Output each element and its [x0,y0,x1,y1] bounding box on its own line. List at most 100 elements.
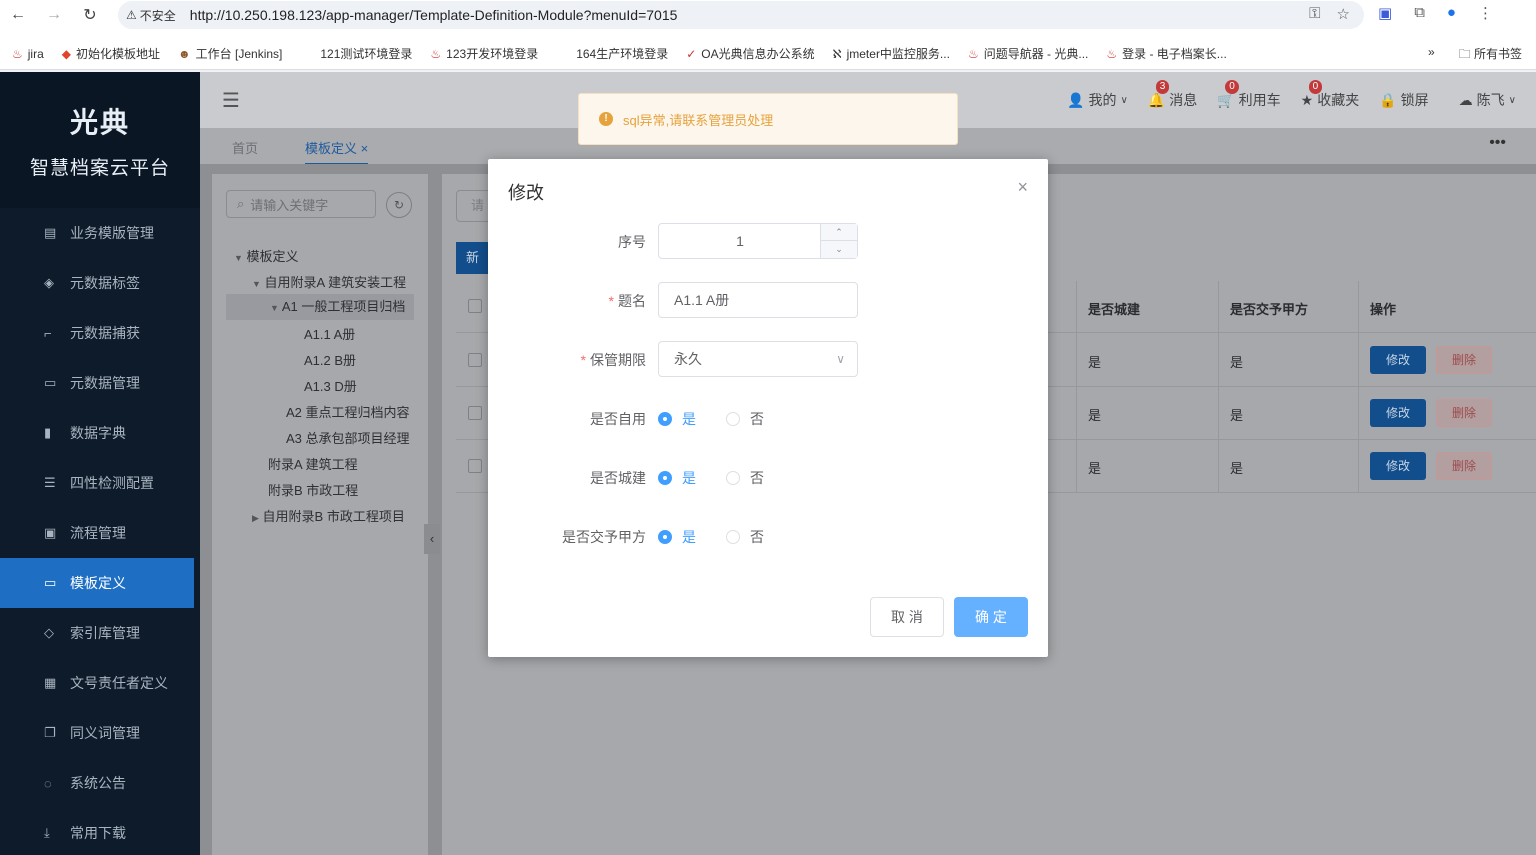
edit-button[interactable]: 修改 [1370,452,1426,480]
delete-button[interactable]: 删除 [1436,399,1492,427]
row-checkbox[interactable] [468,459,482,473]
retention-select[interactable]: 永久 ∨ [658,341,858,377]
user-menu[interactable]: ☁ 陈飞 ∨ [1459,90,1516,110]
decrement-icon[interactable]: ⌄ [821,241,857,258]
bookmark-item[interactable]: ♨ 问题导航器 - 光典... [968,45,1088,62]
chevron-down-icon: ∨ [836,352,845,366]
title-input[interactable]: A1.1 A册 [658,282,858,318]
bookmark-item[interactable]: ♨ 登录 - 电子档案长... [1106,45,1226,62]
extension-icon[interactable]: ▣ [1378,4,1392,22]
sidebar-item-metadata-manage[interactable]: ▭ 元数据管理 [0,358,200,408]
sidebar-item-workflow[interactable]: ▣ 流程管理 [0,508,200,558]
tree-node[interactable]: A3 总承包部项目经理 [286,428,410,447]
tree-node[interactable]: A2 重点工程归档内容 [286,402,410,421]
tree-node[interactable]: ▶ 自用附录B 市政工程项目 [252,506,405,525]
sidebar-item-announcement[interactable]: ◌ 系统公告 [0,758,200,808]
row-checkbox[interactable] [468,353,482,367]
more-bookmarks-button[interactable]: » [1428,45,1435,66]
table-search-input[interactable]: 请 [456,190,492,222]
sidebar-item-business-template[interactable]: ▤ 业务模版管理 [0,208,200,258]
insecure-indicator[interactable]: ⚠ 不安全 [126,7,176,24]
party-yes-radio[interactable]: 是 [658,527,696,547]
bookmark-item[interactable]: ♨ 123开发环境登录 [430,45,538,62]
tree-node[interactable]: A1.2 B册 [304,350,356,369]
close-icon[interactable]: × [1017,177,1028,198]
city-no-radio[interactable]: 否 [726,468,764,488]
sidebar-item-metadata-tag[interactable]: ◈ 元数据标签 [0,258,200,308]
tree-node[interactable]: 附录B 市政工程 [268,480,358,499]
sidebar-item-four-check[interactable]: ☰ 四性检测配置 [0,458,200,508]
address-bar[interactable]: ⚠ 不安全 http://10.250.198.123/app-manager/… [118,1,1364,29]
tree-node[interactable]: 附录A 建筑工程 [268,454,358,473]
back-icon[interactable]: ← [0,6,36,24]
edit-dialog: 修改 × 序号 1 ⌃ ⌄ * 题名 A1.1 A册 * 保管期限 永久 ∨ 是否自… [488,159,1048,657]
bookmark-item[interactable]: ℵ jmeter中监控服务... [833,45,950,62]
favorites-badge: 0 [1308,80,1323,94]
jmeter-icon: ℵ [832,46,842,61]
select-all-checkbox[interactable] [468,299,482,313]
confirm-button[interactable]: 确 定 [954,597,1028,637]
sidebar-item-data-dictionary[interactable]: ▮ 数据字典 [0,408,200,458]
tree-panel: ⌕ 请输入关键字 ↻ ▼ 模板定义 ▼ 自用附录A 建筑安装工程 ▼ A1 一般工… [212,174,440,855]
sidebar-item-synonym[interactable]: ❐ 同义词管理 [0,708,200,758]
new-button[interactable]: 新 [456,242,492,274]
cart-icon: 🛒 [1217,91,1235,108]
favorites-button[interactable]: ★ 0 收藏夹 [1301,80,1359,110]
delete-button[interactable]: 删除 [1436,346,1492,374]
tree-node[interactable]: ▼ 模板定义 [234,246,299,265]
city-yes-radio[interactable]: 是 [658,468,696,488]
seq-input[interactable]: 1 [659,224,821,258]
sidebar-item-metadata-capture[interactable]: ⌐ 元数据捕获 [0,308,200,358]
self-use-no-radio[interactable]: 否 [726,409,764,429]
star-icon[interactable]: ☆ [1337,5,1350,23]
row-checkbox[interactable] [468,406,482,420]
refresh-icon[interactable]: ↻ [386,192,412,218]
reload-icon[interactable]: ↻ [72,5,108,25]
sidebar-item-doc-number[interactable]: ▦ 文号责任者定义 [0,658,200,708]
edit-button[interactable]: 修改 [1370,346,1426,374]
bookmark-item[interactable]: ♨ jira [12,47,44,61]
tree-node[interactable]: A1.3 D册 [304,376,357,395]
sidebar-item-template-definition[interactable]: ▭ 模板定义 [0,558,194,608]
tree-node-selected[interactable]: ▼ A1 一般工程项目归档 [226,294,414,320]
party-no-radio[interactable]: 否 [726,527,764,547]
sidebar-item-index-library[interactable]: ◇ 索引库管理 [0,608,200,658]
puzzle-icon[interactable]: ⧉ [1414,4,1425,22]
close-icon[interactable]: × [361,141,369,156]
messages-button[interactable]: 🔔 3 消息 [1148,80,1197,110]
increment-icon[interactable]: ⌃ [821,224,857,241]
delete-button[interactable]: 删除 [1436,452,1492,480]
tree-search-input[interactable]: ⌕ 请输入关键字 [226,190,376,218]
url-text[interactable]: http://10.250.198.123/app-manager/Templa… [190,7,678,23]
bookmark-item[interactable]: ☻ 工作台 [Jenkins] [178,45,282,62]
cart-button[interactable]: 🛒 0 利用车 [1217,80,1281,110]
cancel-button[interactable]: 取 消 [870,597,944,637]
all-bookmarks-button[interactable]: 🗀 所有书签 [1459,45,1522,66]
mine-menu[interactable]: 👤 我的 ∨ [1067,90,1128,110]
bookmark-item[interactable]: 164生产环境登录 [576,45,668,62]
messages-badge: 3 [1155,80,1170,94]
edit-button[interactable]: 修改 [1370,399,1426,427]
bookmark-item[interactable]: ✓ OA光典信息办公系统 [686,45,814,62]
list-icon: ▤ [44,225,57,240]
forward-icon[interactable]: → [36,6,72,24]
tabs-more-icon[interactable]: ••• [1489,134,1506,152]
self-use-label: 是否自用 [590,411,646,427]
bookmark-item[interactable]: ◆ 初始化模板地址 [62,45,160,62]
self-use-yes-radio[interactable]: 是 [658,409,696,429]
key-icon[interactable]: ⚿ [1309,5,1320,23]
tree-node[interactable]: A1.1 A册 [304,324,355,343]
hamburger-icon[interactable]: ☰ [222,88,240,113]
collapse-tree-icon[interactable]: ‹ [424,524,440,554]
sidebar-item-downloads[interactable]: ⤓ 常用下载 [0,808,200,855]
tab-template-definition[interactable]: 模板定义 × [305,138,369,165]
bookmark-item[interactable]: 121测试环境登录 [320,45,412,62]
seq-stepper[interactable]: 1 ⌃ ⌄ [658,223,858,259]
lock-button[interactable]: 🔒 锁屏 [1379,90,1428,110]
tab-home[interactable]: 首页 [232,138,258,157]
kebab-menu-icon[interactable]: ⋮ [1478,4,1493,22]
radio-checked-icon [658,412,672,426]
city-label: 是否城建 [590,470,646,486]
tree-node[interactable]: ▼ 自用附录A 建筑安装工程 [252,272,406,291]
profile-icon[interactable]: ● [1447,4,1456,22]
